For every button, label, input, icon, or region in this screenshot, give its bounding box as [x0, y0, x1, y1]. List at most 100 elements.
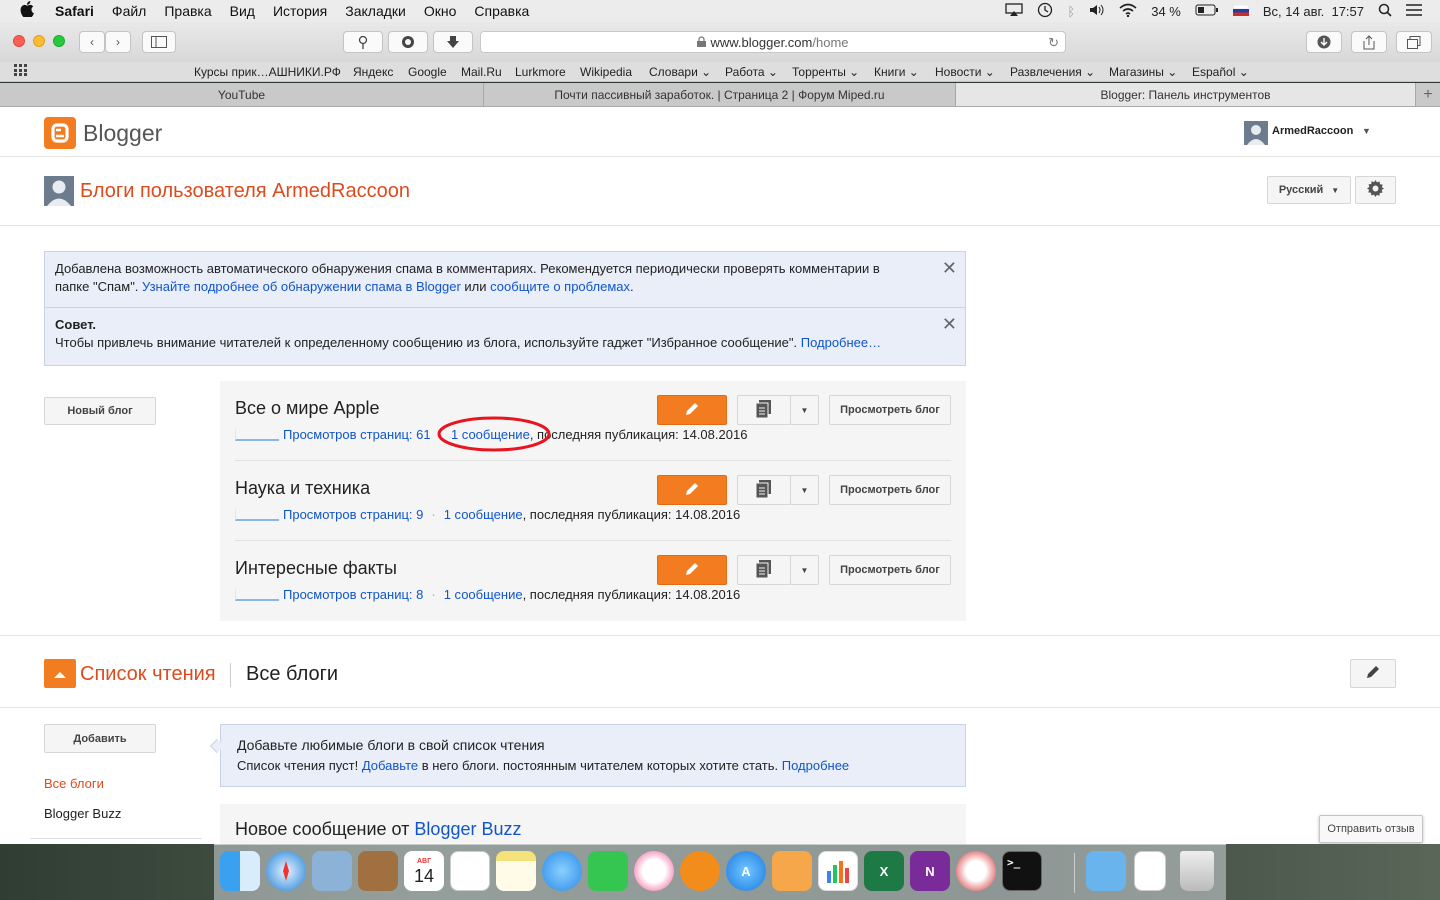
downloads-button[interactable]	[1306, 31, 1342, 53]
zoom-window-button[interactable]	[53, 35, 65, 47]
sidebar-item-blogger-buzz[interactable]: Blogger Buzz	[44, 806, 121, 821]
menu-help[interactable]: Справка	[465, 3, 538, 19]
share-button[interactable]	[1351, 31, 1387, 53]
clock[interactable]: Вс, 14 авг. 17:57	[1263, 4, 1364, 19]
bookmark-item[interactable]: Яндекс	[353, 65, 393, 79]
blogger-logo-text[interactable]: Blogger	[83, 120, 162, 147]
reload-icon[interactable]: ↻	[1048, 35, 1059, 51]
bookmark-item[interactable]: Google	[408, 65, 447, 79]
pageviews-link[interactable]: Просмотров страниц: 8	[283, 587, 423, 602]
tab-blogger-dashboard[interactable]: Blogger: Панель инструментов	[956, 83, 1416, 106]
view-blog-button[interactable]: Просмотреть блог	[829, 555, 951, 585]
blog-title[interactable]: Интересные факты	[235, 558, 397, 579]
notes-icon[interactable]	[496, 851, 536, 891]
notification-center-icon[interactable]	[1406, 3, 1422, 19]
view-blog-button[interactable]: Просмотреть блог	[829, 475, 951, 505]
bookmark-folder[interactable]: Новости ⌄	[935, 65, 995, 79]
blog-title[interactable]: Все о мире Apple	[235, 398, 380, 419]
avatar[interactable]	[1244, 121, 1268, 145]
document-icon[interactable]	[1134, 851, 1166, 891]
bookmark-folder[interactable]: Книги ⌄	[874, 65, 919, 79]
posts-list-button[interactable]	[737, 395, 791, 425]
posts-list-button[interactable]	[737, 555, 791, 585]
bookmark-folder[interactable]: Работа ⌄	[725, 65, 778, 79]
send-feedback-button[interactable]: Отправить отзыв	[1319, 815, 1423, 843]
sidebar-item-all-blogs[interactable]: Все блоги	[44, 776, 104, 791]
ext-pin-button[interactable]	[343, 31, 383, 53]
minimize-window-button[interactable]	[33, 35, 45, 47]
safari-icon[interactable]	[266, 851, 306, 891]
blogger-logo-icon[interactable]	[44, 117, 76, 149]
close-icon[interactable]: ✕	[942, 315, 957, 333]
bookmark-folder[interactable]: Español ⌄	[1192, 65, 1249, 79]
app-menu[interactable]: Safari	[46, 3, 103, 19]
ext-download-button[interactable]	[433, 31, 473, 53]
terminal-icon[interactable]: >_	[1002, 851, 1042, 891]
ext-shield-button[interactable]	[388, 31, 428, 53]
new-blog-button[interactable]: Новый блог	[44, 397, 156, 425]
menu-edit[interactable]: Правка	[155, 3, 220, 19]
time-machine-icon[interactable]	[1037, 2, 1053, 21]
bookmark-item[interactable]: Mail.Ru	[461, 65, 502, 79]
new-tab-button[interactable]: +	[1416, 83, 1440, 106]
spam-learn-more-link[interactable]: Узнайте подробнее об обнаружении спама в…	[142, 279, 461, 294]
add-blog-button[interactable]: Добавить	[44, 724, 156, 753]
volume-icon[interactable]	[1089, 3, 1105, 20]
sidebar-toggle-button[interactable]	[142, 31, 176, 53]
bluetooth-icon[interactable]: ᛒ	[1067, 4, 1075, 19]
learn-more-link[interactable]: Подробнее	[782, 758, 849, 773]
menu-view[interactable]: Вид	[221, 3, 264, 19]
menu-window[interactable]: Окно	[415, 3, 466, 19]
new-post-button[interactable]	[657, 475, 727, 505]
bookmark-folder[interactable]: Словари ⌄	[649, 65, 711, 79]
tabs-overview-button[interactable]	[1396, 31, 1432, 53]
bookmark-folder[interactable]: Торренты ⌄	[792, 65, 859, 79]
back-button[interactable]: ‹	[79, 31, 105, 53]
downloads-folder-icon[interactable]	[1086, 851, 1126, 891]
close-window-button[interactable]	[13, 35, 25, 47]
collapse-reading-list-button[interactable]	[44, 659, 76, 688]
language-select[interactable]: Русский ▼	[1267, 176, 1351, 204]
spotlight-icon[interactable]	[1378, 3, 1392, 20]
blog-menu-dropdown[interactable]: ▼	[790, 555, 819, 585]
wifi-icon[interactable]	[1119, 3, 1137, 20]
new-post-button[interactable]	[657, 395, 727, 425]
view-blog-button[interactable]: Просмотреть блог	[829, 395, 951, 425]
preview-icon[interactable]	[312, 851, 352, 891]
tab-youtube[interactable]: YouTube	[0, 83, 484, 106]
messages-icon[interactable]	[542, 851, 582, 891]
address-bar[interactable]: www.blogger.com/home ↻	[480, 31, 1066, 53]
posts-link[interactable]: 1 сообщение	[444, 587, 523, 602]
menu-history[interactable]: История	[264, 3, 336, 19]
menu-file[interactable]: Файл	[103, 3, 155, 19]
bookmark-folder[interactable]: Развлечения ⌄	[1010, 65, 1095, 79]
account-menu-caret-icon[interactable]: ▼	[1362, 126, 1371, 136]
posts-list-button[interactable]	[737, 475, 791, 505]
russian-flag-icon[interactable]	[1232, 4, 1250, 19]
close-icon[interactable]: ✕	[942, 259, 957, 277]
forward-button[interactable]: ›	[105, 31, 131, 53]
tab-miped-forum[interactable]: Почти пассивный заработок. | Страница 2 …	[484, 83, 956, 106]
pages-icon[interactable]	[772, 851, 812, 891]
parallels-icon[interactable]	[956, 851, 996, 891]
report-problem-link[interactable]: сообщите о проблемах	[490, 279, 630, 294]
new-post-button[interactable]	[657, 555, 727, 585]
itunes-icon[interactable]	[634, 851, 674, 891]
tip-more-link[interactable]: Подробнее…	[801, 335, 881, 350]
trash-icon[interactable]	[1180, 851, 1214, 891]
blog-menu-dropdown[interactable]: ▼	[790, 395, 819, 425]
blog-title[interactable]: Наука и техника	[235, 478, 370, 499]
pageviews-link[interactable]: Просмотров страниц: 61	[283, 427, 431, 442]
pageviews-link[interactable]: Просмотров страниц: 9	[283, 507, 423, 522]
menu-bookmarks[interactable]: Закладки	[336, 3, 415, 19]
bookmark-item[interactable]: Курсы прик…АШНИКИ.РФ	[194, 65, 341, 79]
apple-menu-icon[interactable]	[0, 1, 46, 21]
blog-menu-dropdown[interactable]: ▼	[790, 475, 819, 505]
airplay-icon[interactable]	[1005, 2, 1024, 20]
edit-reading-list-button[interactable]	[1350, 659, 1396, 688]
battery-icon[interactable]	[1195, 4, 1219, 19]
bookmark-folder[interactable]: Магазины ⌄	[1109, 65, 1177, 79]
grid-icon[interactable]	[14, 64, 30, 79]
username[interactable]: ArmedRaccoon	[1272, 125, 1353, 137]
posts-link[interactable]: 1 сообщение	[444, 507, 523, 522]
